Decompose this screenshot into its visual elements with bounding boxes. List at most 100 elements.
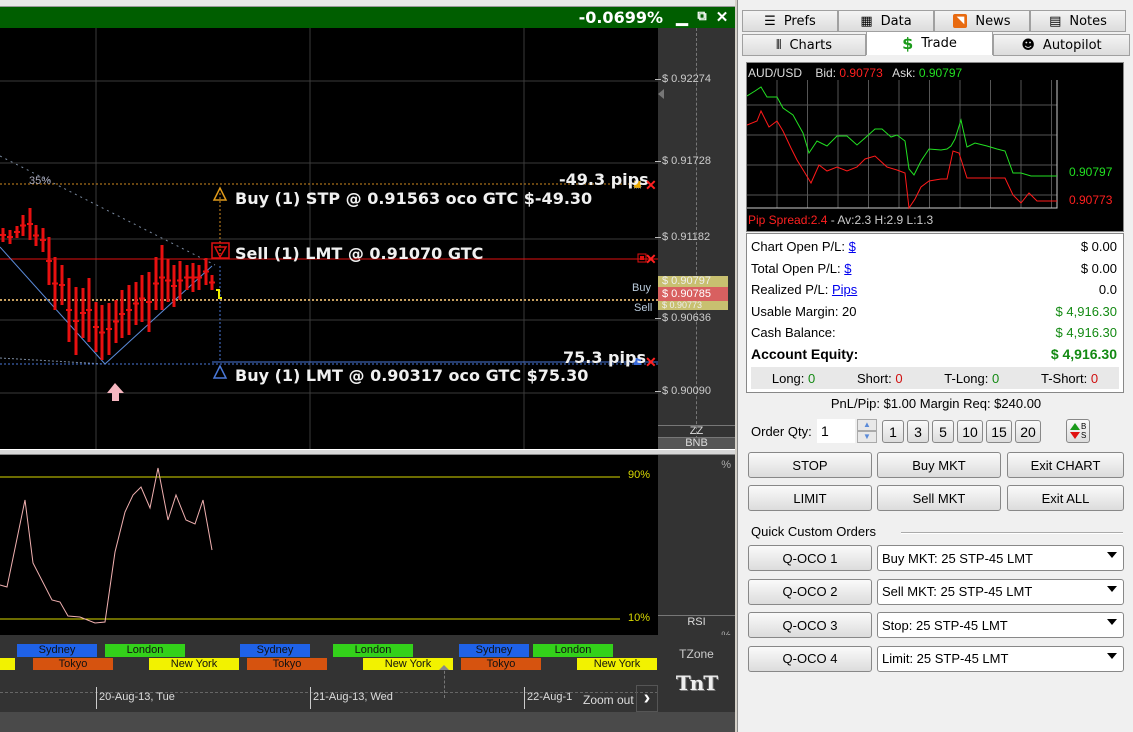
day-divider bbox=[524, 687, 525, 709]
notes-icon: ▤ bbox=[1049, 13, 1062, 29]
exit-all-button[interactable]: Exit ALL bbox=[1007, 485, 1124, 511]
qty-preset-button[interactable]: 15 bbox=[986, 420, 1012, 443]
account-stats: Chart Open P/L: $ $ 0.00 Total Open P/L: $… bbox=[746, 233, 1124, 393]
minimize-icon[interactable]: ▁ bbox=[673, 8, 691, 26]
zoom-out-button[interactable]: Zoom out bbox=[583, 693, 634, 707]
cancel-sell-limit-icon[interactable]: ✕ bbox=[645, 251, 657, 268]
tzone-button[interactable]: TZone bbox=[658, 647, 735, 661]
stat-label: Usable Margin: 20 bbox=[751, 304, 857, 319]
quick-orders-divider bbox=[901, 532, 1123, 534]
sell-limit-handle-dot bbox=[640, 256, 644, 260]
session-tokyo: Tokyo bbox=[247, 658, 327, 670]
bnb-indicator-button[interactable]: BNB bbox=[658, 437, 735, 449]
q-oco-select[interactable]: Limit: 25 STP-45 LMT bbox=[877, 645, 1124, 672]
stop-button[interactable]: STOP bbox=[748, 452, 872, 478]
session-london: London bbox=[533, 644, 613, 657]
stat-unit-link[interactable]: $ bbox=[844, 261, 851, 276]
rsi-pane[interactable]: 90% 10% bbox=[0, 455, 658, 635]
prefs-icon: ☰ bbox=[764, 13, 776, 29]
rsi-upper-label: 90% bbox=[628, 469, 651, 481]
q-oco-select[interactable]: Stop: 25 STP-45 LMT bbox=[877, 612, 1124, 638]
rsi-canvas bbox=[0, 467, 620, 624]
sell-limit-marker bbox=[213, 246, 228, 259]
q-oco-button[interactable]: Q-OCO 3 bbox=[748, 612, 872, 638]
position-count: T-Long: 0 bbox=[944, 371, 999, 386]
stat-value: $ 0.00 bbox=[1080, 239, 1117, 254]
qty-preset-button[interactable]: 3 bbox=[907, 420, 929, 443]
tab-trade[interactable]: $ Trade bbox=[866, 31, 993, 55]
bs-letters-icon: BS bbox=[1081, 422, 1087, 440]
qty-preset-button[interactable]: 1 bbox=[882, 420, 904, 443]
order-label-buy-limit[interactable]: Buy (1) LMT @ 0.90317 oco GTC $75.30 bbox=[235, 366, 588, 385]
time-axis[interactable]: 20-Aug-13, Tue 21-Aug-13, Wed 22-Aug-1 Z… bbox=[0, 665, 658, 712]
tab-prefs[interactable]: ☰ Prefs bbox=[742, 10, 838, 32]
qty-preset-button[interactable]: 5 bbox=[932, 420, 954, 443]
q-oco-select[interactable]: Buy MKT: 25 STP-45 LMT bbox=[877, 545, 1124, 571]
q-oco-button[interactable]: Q-OCO 4 bbox=[748, 645, 872, 672]
qty-preset-button[interactable]: 10 bbox=[957, 420, 983, 443]
q-oco-select[interactable]: Sell MKT: 25 STP-45 LMT bbox=[877, 578, 1124, 605]
q-oco-button[interactable]: Q-OCO 1 bbox=[748, 545, 872, 571]
session-new-york: New York bbox=[149, 658, 239, 670]
stat-row: Usable Margin: 20 $ 4,916.30 bbox=[751, 301, 1117, 322]
session-new-york: New York bbox=[577, 658, 657, 670]
close-icon[interactable]: ✕ bbox=[713, 8, 731, 26]
order-label-buy-stop[interactable]: Buy (1) STP @ 0.91563 oco GTC $-49.30 bbox=[235, 189, 592, 208]
cancel-buy-limit-icon[interactable]: ✕ bbox=[645, 354, 657, 371]
qty-preset-button[interactable]: 20 bbox=[1015, 420, 1041, 443]
buy-limit-marker bbox=[212, 364, 228, 379]
position-count: Short: 0 bbox=[857, 371, 903, 386]
cursor-time-line bbox=[444, 666, 445, 698]
stat-unit-link[interactable]: Pips bbox=[832, 282, 857, 297]
cancel-stop-order-icon[interactable]: ✕ bbox=[645, 177, 657, 194]
session-tokyo: Tokyo bbox=[461, 658, 541, 670]
tab-news[interactable]: ◥ News bbox=[934, 10, 1030, 32]
limit-button[interactable]: LIMIT bbox=[748, 485, 872, 511]
stat-row: Chart Open P/L: $ $ 0.00 bbox=[751, 236, 1117, 257]
fib-level-label: 35% bbox=[29, 175, 52, 187]
buy-sell-toggle-button[interactable]: BS bbox=[1066, 419, 1090, 443]
restore-icon[interactable]: ⧉ bbox=[693, 8, 711, 24]
stat-unit-link[interactable]: $ bbox=[849, 239, 856, 254]
price-chart-canvas bbox=[0, 28, 658, 449]
chevron-down-icon bbox=[1107, 585, 1117, 592]
zz-indicator-button[interactable]: ZZ bbox=[658, 425, 735, 437]
data-icon: ▦ bbox=[860, 13, 873, 29]
spread-averages: - Av:2.3 H:2.9 L:1.3 bbox=[827, 213, 934, 227]
tab-notes[interactable]: ▤ Notes bbox=[1030, 10, 1126, 32]
time-cursor-icon[interactable] bbox=[439, 665, 449, 670]
order-label-sell-limit[interactable]: Sell (1) LMT @ 0.91070 GTC bbox=[235, 244, 483, 263]
price-tick: $ 0.92274 bbox=[662, 73, 711, 85]
buy-mkt-button[interactable]: Buy MKT bbox=[877, 452, 1001, 478]
scroll-left-icon[interactable] bbox=[658, 89, 664, 99]
stat-label-text: Total Open P/L: bbox=[751, 260, 841, 276]
price-bars bbox=[0, 208, 215, 360]
tab-data[interactable]: ▦ Data bbox=[838, 10, 934, 32]
sell-mkt-button[interactable]: Sell MKT bbox=[877, 485, 1001, 511]
ask-tick-line bbox=[747, 86, 1057, 177]
stat-label-text: Cash Balance: bbox=[751, 325, 836, 340]
stat-label: Account Equity: bbox=[751, 346, 858, 362]
session-london: London bbox=[105, 644, 185, 657]
quick-orders-title: Quick Custom Orders bbox=[751, 524, 876, 539]
order-qty-input[interactable] bbox=[817, 419, 855, 443]
tab-label: Data bbox=[880, 13, 912, 29]
price-tick: $ 0.91182 bbox=[662, 231, 711, 243]
ask-last-label: 0.90797 bbox=[1069, 165, 1113, 179]
tab-label: Charts bbox=[789, 37, 832, 53]
price-axis[interactable]: $ 0.92274 $ 0.91728 $ 0.91182 $ 0.90636 … bbox=[658, 28, 735, 449]
trading-sessions: Sydney London Sydney London Sydney London Toky… bbox=[0, 635, 658, 670]
rsi-indicator-button[interactable]: RSI bbox=[658, 615, 735, 628]
fib-base-line bbox=[0, 357, 106, 365]
position-label: Short: bbox=[857, 370, 892, 386]
time-label: 22-Aug-1 bbox=[527, 691, 573, 703]
tab-autopilot[interactable]: ☻ Autopilot bbox=[993, 34, 1130, 56]
qty-up-icon[interactable]: ▲ bbox=[857, 419, 877, 431]
exit-chart-button[interactable]: Exit CHART bbox=[1007, 452, 1124, 478]
tab-charts[interactable]: ⫴ Charts bbox=[742, 34, 866, 56]
qty-down-icon[interactable]: ▼ bbox=[857, 431, 877, 443]
q-oco-button[interactable]: Q-OCO 2 bbox=[748, 578, 872, 605]
price-chart-pane[interactable]: 35% Buy (1) STP @ 0.91563 oco GTC $-49.3… bbox=[0, 28, 658, 449]
scroll-right-button[interactable]: › bbox=[636, 685, 658, 712]
spread-stats: Pip Spread:2.4 - Av:2.3 H:2.9 L:1.3 bbox=[748, 213, 933, 227]
